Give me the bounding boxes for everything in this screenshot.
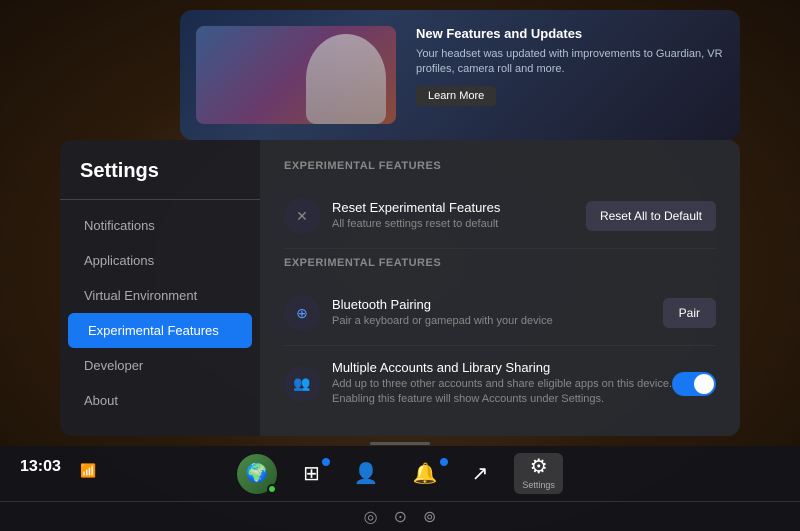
taskbar-main: 13:03 📶 🌍 ⊞ 👤 🔔 ↗ ⚙ Settin [0,446,800,501]
bluetooth-feature-desc: Pair a keyboard or gamepad with your dev… [332,314,663,329]
banner-figure [306,34,386,124]
banner-image [196,26,396,124]
section1-title: Experimental Features [284,160,716,172]
banner-text-area: New Features and Updates Your headset wa… [396,26,724,106]
notification-dot [440,458,448,466]
people-icon: 👤 [354,464,379,484]
banner-description: Your headset was updated with improvemen… [416,47,724,78]
sidebar-item-applications[interactable]: Applications [64,243,256,278]
reset-experimental-row: ✕ Reset Experimental Features All featur… [284,184,716,249]
taskbar-time: 13:03 [20,458,61,476]
toggle-knob [694,374,714,394]
section2-header: Experimental Features [284,257,716,269]
apps-grid-icon: ⊞ [303,464,320,484]
bluetooth-feature-name: Bluetooth Pairing [332,297,663,312]
settings-icon: ⚙ [530,457,548,477]
accounts-feature-name: Multiple Accounts and Library Sharing [332,360,672,375]
sidebar-item-experimental-features[interactable]: Experimental Features [68,313,252,348]
section2-title: Experimental Features [284,257,716,269]
banner-link[interactable]: Learn More [416,86,496,106]
apps-notification-dot [322,458,330,466]
taskbar: 13:03 📶 🌍 ⊞ 👤 🔔 ↗ ⚙ Settin [0,446,800,531]
taskbar-apps-button[interactable]: ⊞ [295,460,328,488]
sidebar-item-virtual-environment[interactable]: Virtual Environment [64,278,256,313]
reset-feature-name: Reset Experimental Features [332,200,586,215]
reset-all-button[interactable]: Reset All to Default [586,201,716,231]
banner-title: New Features and Updates [416,26,724,41]
taskbar-avatar[interactable]: 🌍 [237,454,277,494]
bottom-icon-1[interactable]: ◎ [364,507,378,527]
sidebar-item-developer[interactable]: Developer [64,348,256,383]
taskbar-share-button[interactable]: ↗ [464,460,497,488]
sidebar-item-notifications[interactable]: Notifications [64,208,256,243]
taskbar-wifi-icon: 📶 [80,462,96,479]
taskbar-settings-button[interactable]: ⚙ Settings [514,453,563,494]
pair-button[interactable]: Pair [663,298,716,328]
taskbar-people-button[interactable]: 👤 [346,460,387,488]
bluetooth-icon: ⊕ [284,295,320,331]
accounts-feature-text: Multiple Accounts and Library Sharing Ad… [332,360,672,408]
reset-feature-text: Reset Experimental Features All feature … [332,200,586,232]
sidebar-item-about[interactable]: About [64,383,256,418]
accounts-toggle[interactable] [672,372,716,396]
accounts-icon: 👥 [284,366,320,402]
taskbar-notification-button[interactable]: 🔔 [405,460,446,488]
share-icon: ↗ [472,464,489,484]
bottom-icon-3[interactable]: ⊚ [423,507,436,527]
avatar-status-dot [267,484,277,494]
settings-label: Settings [522,480,555,490]
sidebar: Settings Notifications Applications Virt… [60,140,260,436]
bottom-icon-2[interactable]: ⊙ [394,507,407,527]
settings-panel: Settings Notifications Applications Virt… [60,140,740,436]
reset-icon: ✕ [284,198,320,234]
accounts-feature-desc: Add up to three other accounts and share… [332,377,672,408]
section1-header: Experimental Features [284,160,716,172]
sidebar-title: Settings [60,160,260,200]
taskbar-bottom: ◎ ⊙ ⊚ [0,501,800,531]
bluetooth-feature-text: Bluetooth Pairing Pair a keyboard or gam… [332,297,663,329]
multiple-accounts-row: 👥 Multiple Accounts and Library Sharing … [284,346,716,422]
banner: New Features and Updates Your headset wa… [180,10,740,140]
bluetooth-row: ⊕ Bluetooth Pairing Pair a keyboard or g… [284,281,716,346]
main-content: Experimental Features ✕ Reset Experiment… [260,140,740,436]
notification-icon: 🔔 [413,464,438,484]
reset-feature-desc: All feature settings reset to default [332,217,586,232]
scroll-indicator [370,442,430,445]
